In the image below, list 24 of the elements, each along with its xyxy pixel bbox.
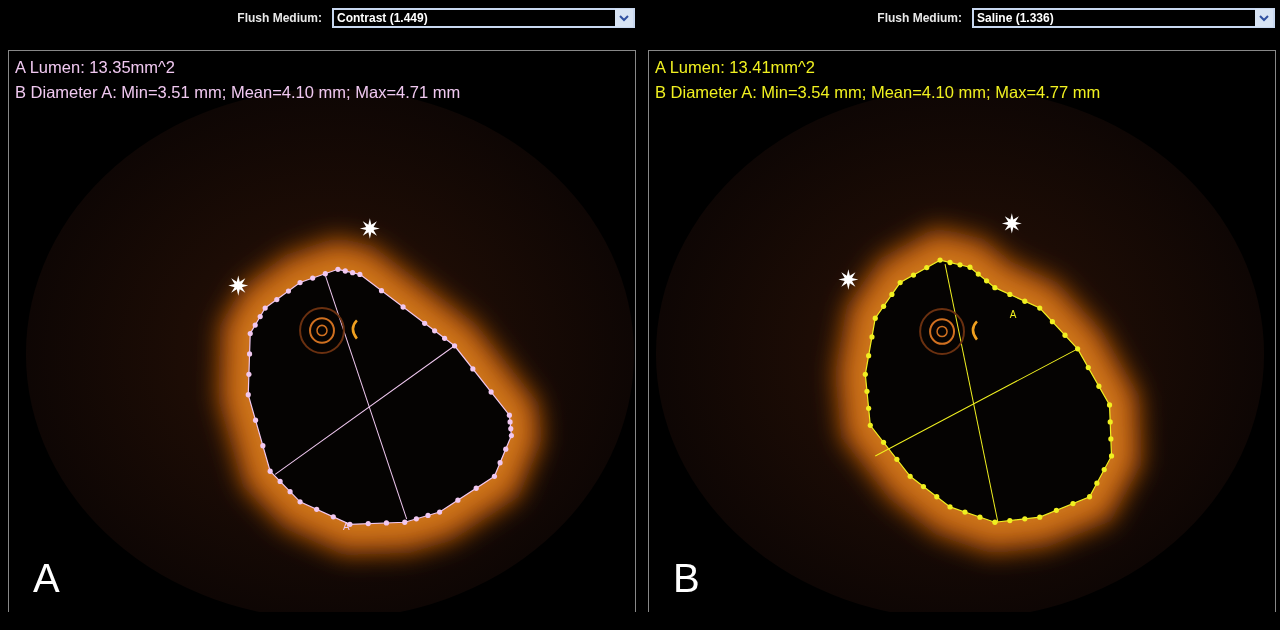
lumen-contour[interactable] (862, 257, 1115, 525)
chevron-icon[interactable] (615, 9, 633, 27)
measurement-text: B Diameter A: Min=3.54 mm; Mean=4.10 mm; Max=4.77 mm (655, 82, 1101, 103)
catheter-icon (299, 307, 358, 354)
flush-medium-select[interactable]: Contrast (1.449) (332, 8, 635, 28)
diameter-line[interactable] (324, 273, 408, 520)
star-marker-icon (1001, 213, 1022, 234)
diameter-line[interactable] (874, 348, 1079, 457)
panel-letter: B (673, 558, 700, 598)
star-marker-icon (838, 269, 859, 290)
measurement-text: A Lumen: 13.41mm^2 (655, 57, 816, 78)
catheter-icon (919, 308, 978, 355)
star-marker-icon (228, 275, 249, 296)
measurement-text: A Lumen: 13.35mm^2 (15, 57, 176, 78)
chevron-icon[interactable] (1255, 9, 1273, 27)
contour-label: A (342, 521, 350, 533)
measurement-text: B Diameter A: Min=3.51 mm; Mean=4.10 mm; Max=4.71 mm (15, 82, 461, 103)
flush-medium-label: Flush Medium: (877, 11, 962, 25)
star-marker-icon (359, 218, 380, 239)
flush-medium-label: Flush Medium: (237, 11, 322, 25)
contour-label: A (1009, 309, 1017, 321)
panel-letter: A (33, 558, 60, 598)
diameter-line[interactable] (944, 263, 999, 523)
flush-medium-select[interactable]: Saline (1.336) (972, 8, 1275, 28)
